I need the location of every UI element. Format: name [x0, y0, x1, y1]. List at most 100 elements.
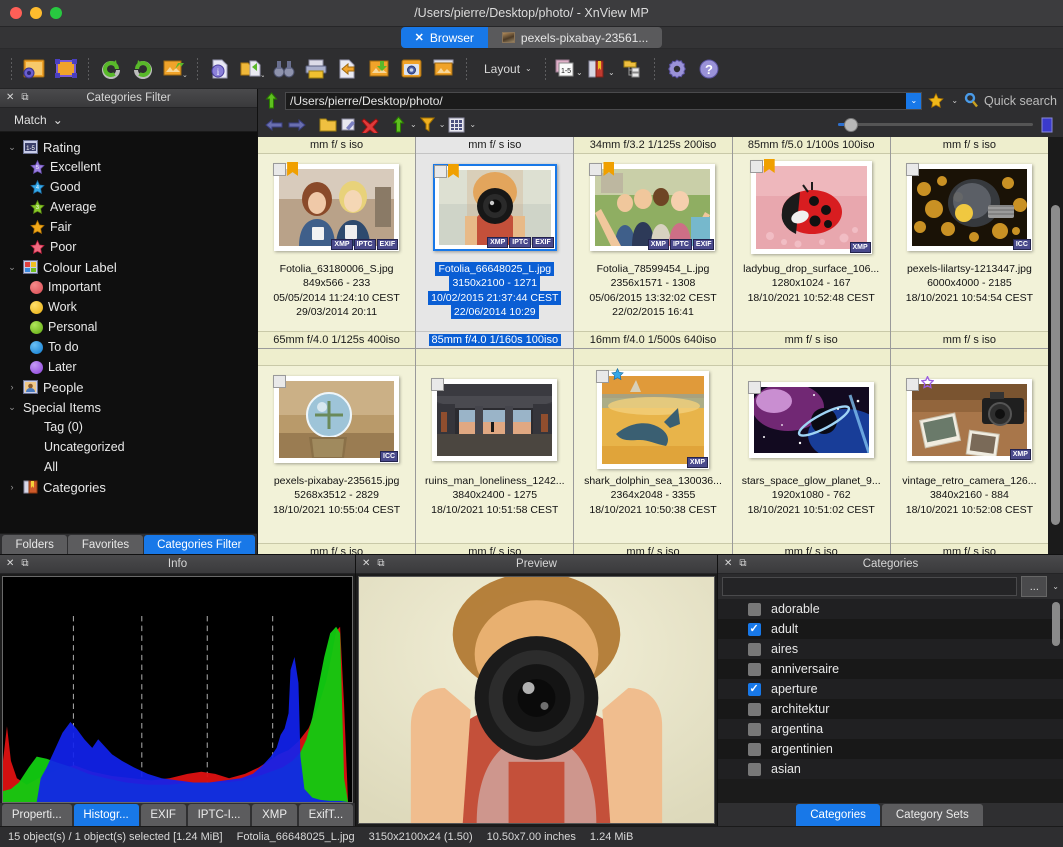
thumbnail-cell[interactable]: stars_space_glow_planet_9... 1920x1080 -… [733, 349, 890, 554]
quick-search-input[interactable]: Quick search [984, 94, 1057, 108]
screen-capture-button[interactable] [397, 54, 427, 84]
thumbnail-grid[interactable]: mm f/ s iso [258, 137, 1048, 554]
chevron-down-icon[interactable]: ⌄ [469, 120, 476, 129]
up-arrow-icon[interactable] [264, 92, 279, 109]
tab-histogram[interactable]: Histogr... [74, 804, 139, 826]
folder-tree-button[interactable] [617, 54, 647, 84]
open-file-button[interactable] [19, 54, 49, 84]
category-row[interactable]: adorable [718, 599, 1063, 619]
view-toggle-icon[interactable] [1041, 117, 1053, 133]
tree-item-colour-label[interactable]: ⌄ Colour Label [0, 257, 257, 277]
category-row[interactable]: architektur [718, 699, 1063, 719]
import-button[interactable] [333, 54, 363, 84]
tree-item-average[interactable]: 3 Average [0, 197, 257, 217]
tree-item-work[interactable]: Work [0, 297, 257, 317]
tab-exiftool[interactable]: ExifT... [299, 804, 353, 826]
tree-item-rating[interactable]: ⌄ 1-5 Rating [0, 137, 257, 157]
print-button[interactable] [301, 54, 331, 84]
tab-categories[interactable]: Categories [796, 804, 880, 826]
close-icon[interactable]: ✕ [6, 559, 14, 569]
selection-checkbox[interactable] [434, 165, 447, 178]
selection-checkbox[interactable] [589, 163, 602, 176]
category-checkbox-checked[interactable] [748, 683, 761, 696]
selection-checkbox[interactable] [748, 381, 761, 394]
thumbnail-cell[interactable]: ruins_man_loneliness_1242... 3840x2400 -… [416, 349, 573, 554]
info-button[interactable]: i [205, 54, 235, 84]
close-icon[interactable]: ✕ [6, 93, 14, 103]
fullscreen-button[interactable] [51, 54, 81, 84]
thumbnail-cell[interactable]: mm f/ s iso [891, 137, 1048, 348]
new-folder-icon[interactable] [319, 117, 337, 133]
view-mode-icon[interactable] [448, 117, 465, 133]
thumbnail-size-slider[interactable] [838, 123, 1033, 126]
close-window-button[interactable] [10, 7, 22, 19]
chevron-down-icon[interactable]: ⌄ [951, 96, 958, 105]
chevron-down-icon[interactable]: ⌄ [6, 402, 18, 413]
thumbnail-cell[interactable]: XMP shark_dolphin_sea_130036... 2364x204… [574, 349, 731, 554]
tree-item-special-items[interactable]: ⌄ Special Items [0, 397, 257, 417]
chevron-down-icon[interactable]: ⌄ [410, 120, 417, 129]
tab-image[interactable]: pexels-pixabay-23561... [488, 27, 662, 48]
scrollbar-thumb[interactable] [1051, 205, 1060, 525]
tree-item-excellent[interactable]: 5 Excellent [0, 157, 257, 177]
undock-icon[interactable]: ⧉ [377, 559, 384, 569]
chevron-down-icon[interactable]: ⌄ [6, 142, 18, 153]
thumbnail-cell-selected[interactable]: mm f/ s iso [416, 137, 573, 348]
thumbnail-cell[interactable]: mm f/ s iso [258, 137, 415, 348]
rotate-left-button[interactable] [96, 54, 126, 84]
tree-item-people[interactable]: › People [0, 377, 257, 397]
selection-checkbox[interactable] [596, 370, 609, 383]
categories-search-input[interactable] [722, 577, 1017, 596]
tab-xmp[interactable]: XMP [252, 804, 297, 826]
category-checkbox[interactable] [748, 723, 761, 736]
tree-item-later[interactable]: Later [0, 357, 257, 377]
category-checkbox[interactable] [748, 763, 761, 776]
category-row[interactable]: argentina [718, 719, 1063, 739]
category-row[interactable]: argentinien [718, 739, 1063, 759]
tree-item-tag[interactable]: Tag (0) [0, 417, 257, 437]
close-icon[interactable]: ✕ [415, 31, 424, 44]
settings-button[interactable] [662, 54, 692, 84]
close-icon[interactable]: ✕ [724, 559, 732, 569]
tab-folders[interactable]: Folders [2, 535, 67, 554]
undock-icon[interactable]: ⧉ [21, 559, 28, 569]
maximize-window-button[interactable] [50, 7, 62, 19]
category-checkbox[interactable] [748, 643, 761, 656]
categories-more-button[interactable]: ... [1021, 576, 1047, 597]
undock-icon[interactable]: ⧉ [739, 559, 746, 569]
close-icon[interactable]: ✕ [362, 559, 370, 569]
delete-icon[interactable] [361, 117, 379, 133]
preview-image[interactable] [358, 576, 715, 824]
category-checkbox[interactable] [748, 603, 761, 616]
chevron-right-icon[interactable]: › [6, 382, 18, 392]
tab-browser[interactable]: ✕ Browser [401, 27, 488, 48]
batch-convert-button[interactable] [365, 54, 395, 84]
thumbnail-cell[interactable]: 85mm f/5.0 1/100s 100iso [733, 137, 890, 348]
chevron-right-icon[interactable]: › [6, 482, 18, 492]
tab-favorites[interactable]: Favorites [68, 535, 142, 554]
layout-menu-button[interactable]: Layout ⌄ [474, 54, 538, 84]
undock-icon[interactable]: ⧉ [21, 93, 28, 103]
match-dropdown[interactable]: Match ⌄ [0, 108, 257, 132]
thumbnail-cell[interactable]: ICC pexels-pixabay-235615.jpg 5268x3512 … [258, 349, 415, 554]
category-checkbox-checked[interactable] [748, 623, 761, 636]
rename-icon[interactable] [340, 117, 358, 133]
category-checkbox[interactable] [748, 743, 761, 756]
category-row[interactable]: asian [718, 759, 1063, 779]
tree-item-uncategorized[interactable]: Uncategorized [0, 437, 257, 457]
category-row[interactable]: anniversaire [718, 659, 1063, 679]
help-button[interactable]: ? [694, 54, 724, 84]
category-row[interactable]: adult [718, 619, 1063, 639]
filter-icon[interactable] [420, 116, 435, 133]
tab-category-sets[interactable]: Category Sets [882, 804, 983, 826]
selection-checkbox[interactable] [273, 375, 286, 388]
tree-item-poor[interactable]: Poor [0, 237, 257, 257]
grid-vertical-scrollbar[interactable] [1048, 137, 1063, 554]
convert-button[interactable]: ⌄ [160, 54, 190, 84]
chevron-down-icon[interactable]: ⌄ [1052, 582, 1059, 591]
catalog-button[interactable]: ⌄ [585, 54, 615, 84]
tree-item-fair[interactable]: Fair [0, 217, 257, 237]
back-arrow-icon[interactable] [264, 117, 284, 133]
tree-item-important[interactable]: Important [0, 277, 257, 297]
chevron-down-icon[interactable]: ⌄ [439, 120, 446, 129]
